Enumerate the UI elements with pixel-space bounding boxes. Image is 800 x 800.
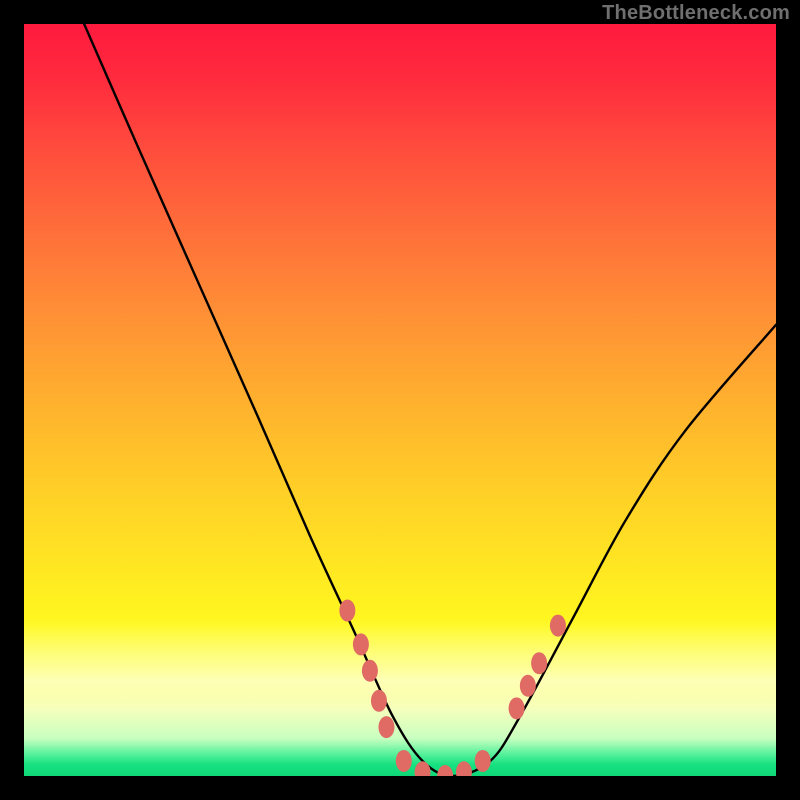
bead-marker <box>550 615 566 637</box>
bead-marker <box>509 697 525 719</box>
bead-marker <box>371 690 387 712</box>
curve-layer <box>24 24 776 776</box>
bead-marker <box>475 750 491 772</box>
bottleneck-curve <box>84 24 776 776</box>
bead-marker <box>437 765 453 776</box>
bead-marker <box>353 633 369 655</box>
bead-marker <box>378 716 394 738</box>
bead-marker <box>396 750 412 772</box>
bead-marker <box>339 600 355 622</box>
curve-beads <box>339 600 566 776</box>
bead-marker <box>456 761 472 776</box>
bead-marker <box>415 761 431 776</box>
plot-area <box>24 24 776 776</box>
bead-marker <box>531 652 547 674</box>
bead-marker <box>520 675 536 697</box>
watermark-text: TheBottleneck.com <box>602 2 790 25</box>
chart-stage: TheBottleneck.com <box>0 0 800 800</box>
bead-marker <box>362 660 378 682</box>
